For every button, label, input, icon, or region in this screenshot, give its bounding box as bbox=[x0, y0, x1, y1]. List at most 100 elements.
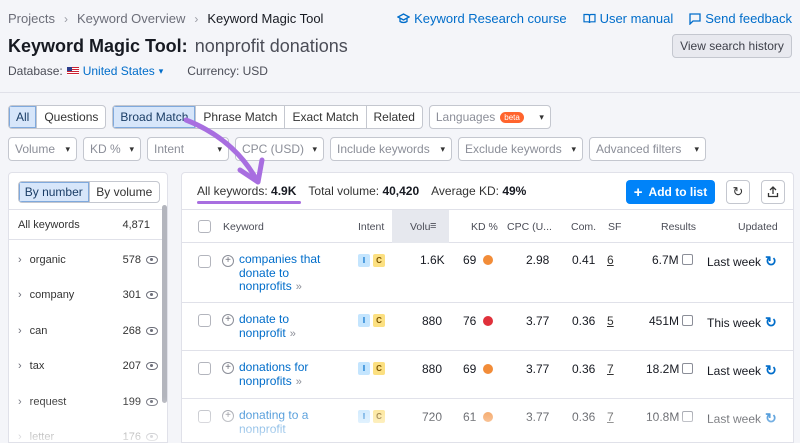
keyword-group-all[interactable]: All keywords 4,871 bbox=[9, 210, 167, 240]
add-keyword-icon[interactable]: + bbox=[222, 255, 234, 267]
send-feedback-link[interactable]: Send feedback bbox=[689, 11, 792, 26]
keyword-link[interactable]: donations for nonprofits» bbox=[239, 360, 308, 390]
filter-cpc[interactable]: CPC (USD) ▾ bbox=[235, 137, 324, 161]
keyword-line: nonprofits» bbox=[239, 374, 308, 390]
serp-icon[interactable] bbox=[682, 315, 694, 326]
serp-icon[interactable] bbox=[681, 254, 693, 265]
add-keyword-icon[interactable]: + bbox=[222, 410, 234, 422]
refresh-icon[interactable]: ↻ bbox=[765, 410, 777, 426]
eye-icon[interactable] bbox=[146, 255, 158, 264]
keyword-line: companies that bbox=[239, 252, 321, 266]
refresh-icon[interactable]: ↻ bbox=[765, 314, 777, 330]
serp-features-link[interactable]: 7 bbox=[607, 410, 614, 424]
tool-title: Keyword Magic Tool: bbox=[8, 36, 188, 56]
all-keywords-label: All keywords: bbox=[197, 184, 268, 198]
filter-intent[interactable]: Intent ▾ bbox=[147, 137, 229, 161]
col-keyword[interactable]: Keyword bbox=[223, 221, 264, 233]
filter-advanced-label: Advanced filters bbox=[596, 142, 682, 156]
user-manual-label: User manual bbox=[599, 11, 674, 26]
results-value: 18.2M bbox=[646, 362, 680, 376]
add-keyword-icon[interactable]: + bbox=[222, 314, 234, 326]
col-updated[interactable]: Updated bbox=[738, 221, 778, 233]
serp-features-link[interactable]: 6 bbox=[607, 253, 614, 267]
filter-volume[interactable]: Volume ▾ bbox=[8, 137, 77, 161]
eye-icon[interactable] bbox=[146, 326, 158, 335]
select-all-checkbox[interactable] bbox=[198, 220, 211, 233]
col-volume[interactable]: Volu bbox=[410, 221, 430, 233]
serp-icon[interactable] bbox=[682, 363, 694, 374]
add-keyword-icon[interactable]: + bbox=[222, 362, 234, 374]
tab-exact-match[interactable]: Exact Match bbox=[285, 106, 367, 128]
view-search-history-button[interactable]: View search history bbox=[672, 34, 792, 58]
keyword-link[interactable]: donate to nonprofit» bbox=[239, 312, 296, 341]
results-cell: 10.8M bbox=[646, 410, 694, 424]
com-value: 0.36 bbox=[572, 362, 596, 376]
eye-icon[interactable] bbox=[146, 397, 158, 406]
serp-features-link[interactable]: 7 bbox=[607, 362, 614, 376]
keyword-group-item[interactable]: › request 199 bbox=[9, 384, 167, 420]
col-kd[interactable]: KD % bbox=[471, 221, 498, 233]
double-chevron-icon: » bbox=[295, 281, 302, 293]
cpc-value: 3.77 bbox=[526, 362, 550, 376]
keyword-link[interactable]: donating to a nonprofit bbox=[239, 408, 308, 436]
export-button[interactable] bbox=[761, 180, 785, 204]
top-links: Keyword Research course User manual Send… bbox=[397, 11, 792, 26]
col-cpc[interactable]: CPC (U... bbox=[507, 221, 552, 233]
eye-icon[interactable] bbox=[146, 362, 158, 371]
group-label: tax bbox=[29, 360, 45, 373]
row-checkbox[interactable] bbox=[198, 410, 211, 423]
breadcrumb-keyword-overview[interactable]: Keyword Overview bbox=[77, 11, 185, 26]
eye-icon[interactable] bbox=[146, 433, 158, 442]
research-course-link[interactable]: Keyword Research course bbox=[397, 11, 567, 26]
keyword-line: nonprofit bbox=[239, 421, 286, 436]
keyword-group-item[interactable]: › company 301 bbox=[9, 278, 167, 314]
tab-all[interactable]: All bbox=[9, 106, 38, 128]
sort-icon[interactable]: ≡ bbox=[430, 220, 436, 232]
export-icon bbox=[767, 186, 779, 198]
com-value: 0.41 bbox=[572, 253, 596, 267]
col-results[interactable]: Results bbox=[661, 221, 696, 233]
serp-icon[interactable] bbox=[682, 411, 694, 422]
col-com[interactable]: Com. bbox=[571, 221, 596, 233]
sort-by-volume[interactable]: By volume bbox=[90, 182, 160, 202]
match-toolbar: All Questions Broad Match Phrase Match E… bbox=[8, 105, 551, 129]
filter-kd[interactable]: KD % ▾ bbox=[83, 137, 141, 161]
keyword-group-item[interactable]: › letter 176 bbox=[9, 420, 167, 442]
row-checkbox[interactable] bbox=[198, 255, 211, 268]
refresh-icon[interactable]: ↻ bbox=[765, 253, 777, 269]
tab-phrase-match[interactable]: Phrase Match bbox=[196, 106, 286, 128]
serp-features-link[interactable]: 5 bbox=[607, 314, 614, 328]
tab-related[interactable]: Related bbox=[367, 106, 422, 128]
keyword-group-item[interactable]: › organic 578 bbox=[9, 242, 167, 278]
database-select[interactable]: United States ▾ bbox=[66, 64, 163, 78]
filter-exclude-keywords[interactable]: Exclude keywords ▾ bbox=[458, 137, 583, 161]
col-intent[interactable]: Intent bbox=[358, 221, 384, 233]
row-checkbox[interactable] bbox=[198, 314, 211, 327]
database-country: United States bbox=[82, 64, 155, 78]
user-manual-link[interactable]: User manual bbox=[582, 11, 674, 26]
sidebar-scrollbar[interactable] bbox=[162, 205, 167, 403]
keyword-link[interactable]: companies that donate to nonprofits» bbox=[239, 252, 321, 295]
row-checkbox[interactable] bbox=[198, 362, 211, 375]
tab-broad-match[interactable]: Broad Match bbox=[113, 106, 197, 128]
filter-advanced[interactable]: Advanced filters ▾ bbox=[589, 137, 706, 161]
kd-dot bbox=[483, 316, 493, 326]
add-to-list-button[interactable]: + Add to list bbox=[626, 180, 715, 204]
refresh-icon[interactable]: ↻ bbox=[765, 362, 777, 378]
match-segment: Broad Match Phrase Match Exact Match Rel… bbox=[112, 105, 423, 129]
intent-informational-badge: I bbox=[358, 254, 370, 267]
updated-value: Last week bbox=[707, 364, 762, 378]
chevron-right-icon: › bbox=[18, 360, 22, 373]
keyword-group-item[interactable]: › can 268 bbox=[9, 313, 167, 349]
refresh-button[interactable]: ↻ bbox=[726, 180, 750, 204]
col-sf[interactable]: SF bbox=[608, 221, 621, 233]
keyword-group-item[interactable]: › tax 207 bbox=[9, 349, 167, 385]
table-row: + companies that donate to nonprofits» I… bbox=[182, 243, 793, 303]
sort-by-number[interactable]: By number bbox=[19, 182, 90, 202]
eye-icon[interactable] bbox=[146, 291, 158, 300]
breadcrumb-projects[interactable]: Projects bbox=[8, 11, 55, 26]
languages-dropdown[interactable]: Languages beta ▾ bbox=[428, 105, 551, 129]
filter-include-keywords[interactable]: Include keywords ▾ bbox=[330, 137, 452, 161]
tab-questions[interactable]: Questions bbox=[37, 106, 105, 128]
header-divider bbox=[0, 92, 800, 93]
